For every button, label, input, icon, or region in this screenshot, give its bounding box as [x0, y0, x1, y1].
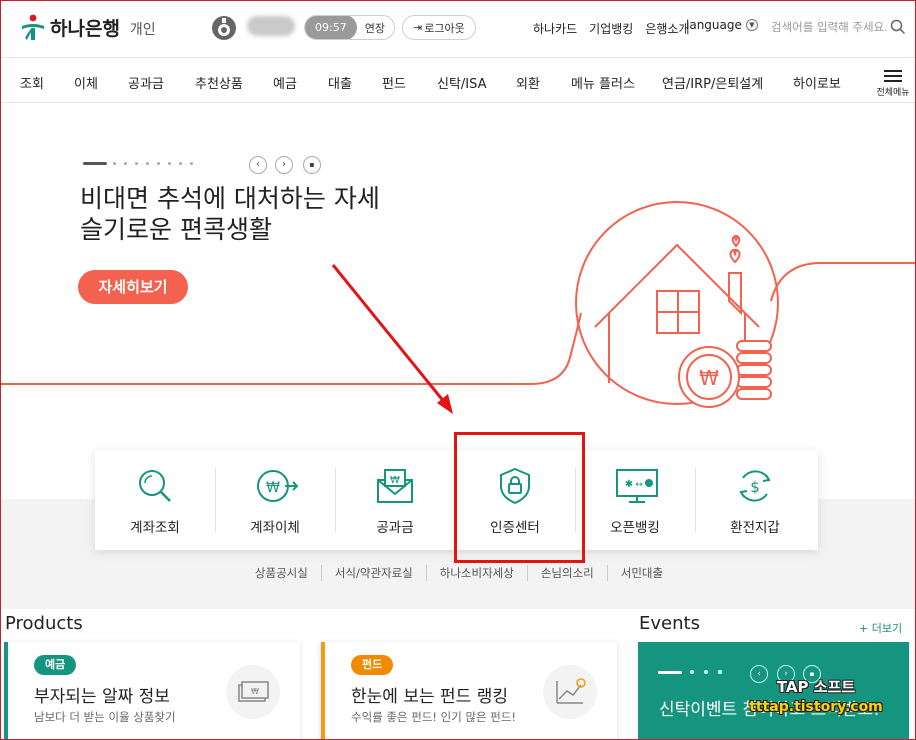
nav-pension[interactable]: 연금/IRP/은퇴설계 [662, 73, 763, 92]
session-time: 09:57 [305, 16, 357, 39]
link-microloan[interactable]: 서민대출 [606, 565, 676, 581]
quick-account-transfer[interactable]: ₩ 계좌이체 [215, 450, 335, 550]
magnifier-icon [139, 470, 171, 502]
hamburger-icon [884, 70, 902, 82]
card-title: 부자되는 알짜 정보 [34, 687, 170, 707]
svg-text:↔: ↔ [635, 480, 643, 490]
chevron-down-icon: ▼ [745, 19, 758, 31]
svg-text:✱: ✱ [625, 479, 633, 490]
watermark-line1: TAP 소프트 [776, 678, 856, 696]
chevron-left-icon: ‹ [256, 159, 260, 170]
quick-utility-bill[interactable]: ₩ 공과금 [335, 450, 455, 550]
monitor-icon: ✱ ↔ [616, 469, 658, 503]
product-card-fund[interactable]: 펀드 한눈에 보는 펀드 랭킹 수익률 좋은 펀드! 인기 많은 펀드! [321, 642, 617, 739]
card-title: 한눈에 보는 펀드 랭킹 [351, 687, 508, 707]
top-links: 하나카드 기업뱅킹 은행소개 [533, 20, 702, 37]
quick-label: 공과금 [376, 520, 414, 536]
logout-icon: ⇥ [413, 21, 423, 34]
nav-hirobo[interactable]: 하이로보 [793, 73, 841, 92]
logout-label: 로그아웃 [424, 21, 465, 35]
quick-label: 계좌이체 [250, 520, 300, 536]
product-card-deposit[interactable]: 예금 부자되는 알짜 정보 남보다 더 받는 이율 상품찾기 ₩ [4, 642, 300, 739]
top-bar: 하나은행 개인 09:57 연장 ⇥ 로그아웃 하나카드 기업뱅킹 은행소개 l… [1, 1, 915, 58]
hero-prev-button[interactable]: ‹ [249, 156, 267, 174]
link-customer-voice[interactable]: 손님의소리 [526, 565, 607, 581]
language-selector[interactable]: language ▼ [686, 18, 758, 32]
search-input[interactable]: 검색어를 입력해 주세요. [771, 19, 888, 35]
svg-text:₩: ₩ [251, 687, 259, 696]
hero-title: 비대면 추석에 대처하는 자세 슬기로운 편콕생활 [80, 183, 380, 245]
user-name-blurred [247, 16, 295, 36]
envelope-won-icon: ₩ [377, 469, 413, 503]
hero-detail-button[interactable]: 자세히보기 [78, 270, 188, 304]
svg-text:₩: ₩ [699, 366, 719, 390]
nav-inquiry[interactable]: 조회 [20, 73, 44, 92]
quick-open-banking[interactable]: ✱ ↔ 오픈뱅킹 [575, 450, 695, 550]
hero-title-line2: 슬기로운 편콕생활 [80, 215, 272, 244]
transfer-icon: ₩ [257, 470, 299, 502]
logo-name: 하나은행 [50, 17, 120, 40]
nav-recommended[interactable]: 추천상품 [195, 73, 243, 92]
quick-label: 오픈뱅킹 [610, 520, 660, 536]
link-bank-intro[interactable]: 은행소개 [645, 20, 689, 37]
link-consumer-world[interactable]: 하나소비자세상 [425, 565, 527, 581]
link-product-disclosure[interactable]: 상품공시실 [242, 565, 321, 581]
annotation-highlight-box [454, 432, 585, 563]
quick-account-inquiry[interactable]: 계좌조회 [95, 450, 215, 550]
link-forms-terms[interactable]: 서식/약관자료실 [320, 565, 426, 581]
hana-logo[interactable]: 하나은행 개인 [19, 13, 156, 41]
hero-title-line1: 비대면 추석에 대처하는 자세 [80, 184, 380, 213]
all-menu-label: 전체메뉴 [876, 88, 910, 98]
card-desc: 남보다 더 받는 이율 상품찾기 [34, 710, 176, 724]
user-avatar-icon [212, 16, 236, 40]
card-desc: 수익률 좋은 펀드! 인기 많은 펀드! [351, 710, 517, 724]
session-timer: 09:57 연장 [304, 15, 395, 40]
search-icon[interactable] [890, 19, 906, 35]
chart-up-icon [543, 665, 597, 719]
products-heading: Products [5, 613, 83, 634]
page-frame: 하나은행 개인 09:57 연장 ⇥ 로그아웃 하나카드 기업뱅킹 은행소개 l… [0, 0, 916, 740]
language-label: language [686, 18, 742, 32]
nav-loan[interactable]: 대출 [328, 73, 352, 92]
cash-icon: ₩ [226, 665, 280, 719]
nav-deposit[interactable]: 예금 [273, 73, 297, 92]
dollar-exchange-icon: $ [739, 470, 771, 502]
watermark: TAP 소프트 tttap.tistory.com [741, 677, 891, 717]
hana-logo-icon [22, 14, 44, 40]
svg-text:₩: ₩ [390, 475, 400, 486]
logout-button[interactable]: ⇥ 로그아웃 [402, 15, 476, 40]
pause-icon: ▪ [309, 160, 315, 169]
events-carousel-dots[interactable] [658, 670, 732, 674]
link-corporate-banking[interactable]: 기업뱅킹 [589, 20, 633, 37]
hero-next-button[interactable]: › [275, 156, 293, 174]
sub-links: 상품공시실 서식/약관자료실 하나소비자세상 손님의소리 서민대출 [1, 565, 915, 581]
hero-pause-button[interactable]: ▪ [303, 156, 321, 174]
quick-label: 계좌조회 [130, 520, 180, 536]
watermark-line2: tttap.tistory.com [749, 699, 883, 715]
quick-exchange-wallet[interactable]: $ 환전지갑 [695, 450, 815, 550]
link-hanacard[interactable]: 하나카드 [533, 20, 577, 37]
nav-forex[interactable]: 외환 [516, 73, 540, 92]
all-menu-button[interactable]: 전체메뉴 [873, 67, 913, 101]
nav-menu-plus[interactable]: 메뉴 플러스 [571, 73, 635, 92]
badge-deposit: 예금 [34, 655, 77, 675]
svg-text:₩: ₩ [266, 480, 280, 496]
nav-transfer[interactable]: 이체 [74, 73, 98, 92]
extend-button[interactable]: 연장 [357, 20, 394, 36]
svg-text:$: $ [750, 478, 760, 496]
events-heading: Events [639, 613, 700, 634]
main-nav: 조회 이체 공과금 추천상품 예금 대출 펀드 신탁/ISA 외환 메뉴 플러스… [1, 59, 915, 103]
logo-sub: 개인 [129, 22, 156, 38]
nav-trust-isa[interactable]: 신탁/ISA [437, 73, 487, 92]
quick-label: 환전지갑 [730, 520, 780, 536]
badge-fund: 펀드 [351, 655, 394, 675]
hero-carousel-dots[interactable] [83, 162, 201, 165]
nav-utility-bill[interactable]: 공과금 [128, 73, 164, 92]
chevron-right-icon: › [282, 159, 286, 170]
more-link[interactable]: + 더보기 [859, 620, 902, 636]
nav-fund[interactable]: 펀드 [382, 73, 406, 92]
